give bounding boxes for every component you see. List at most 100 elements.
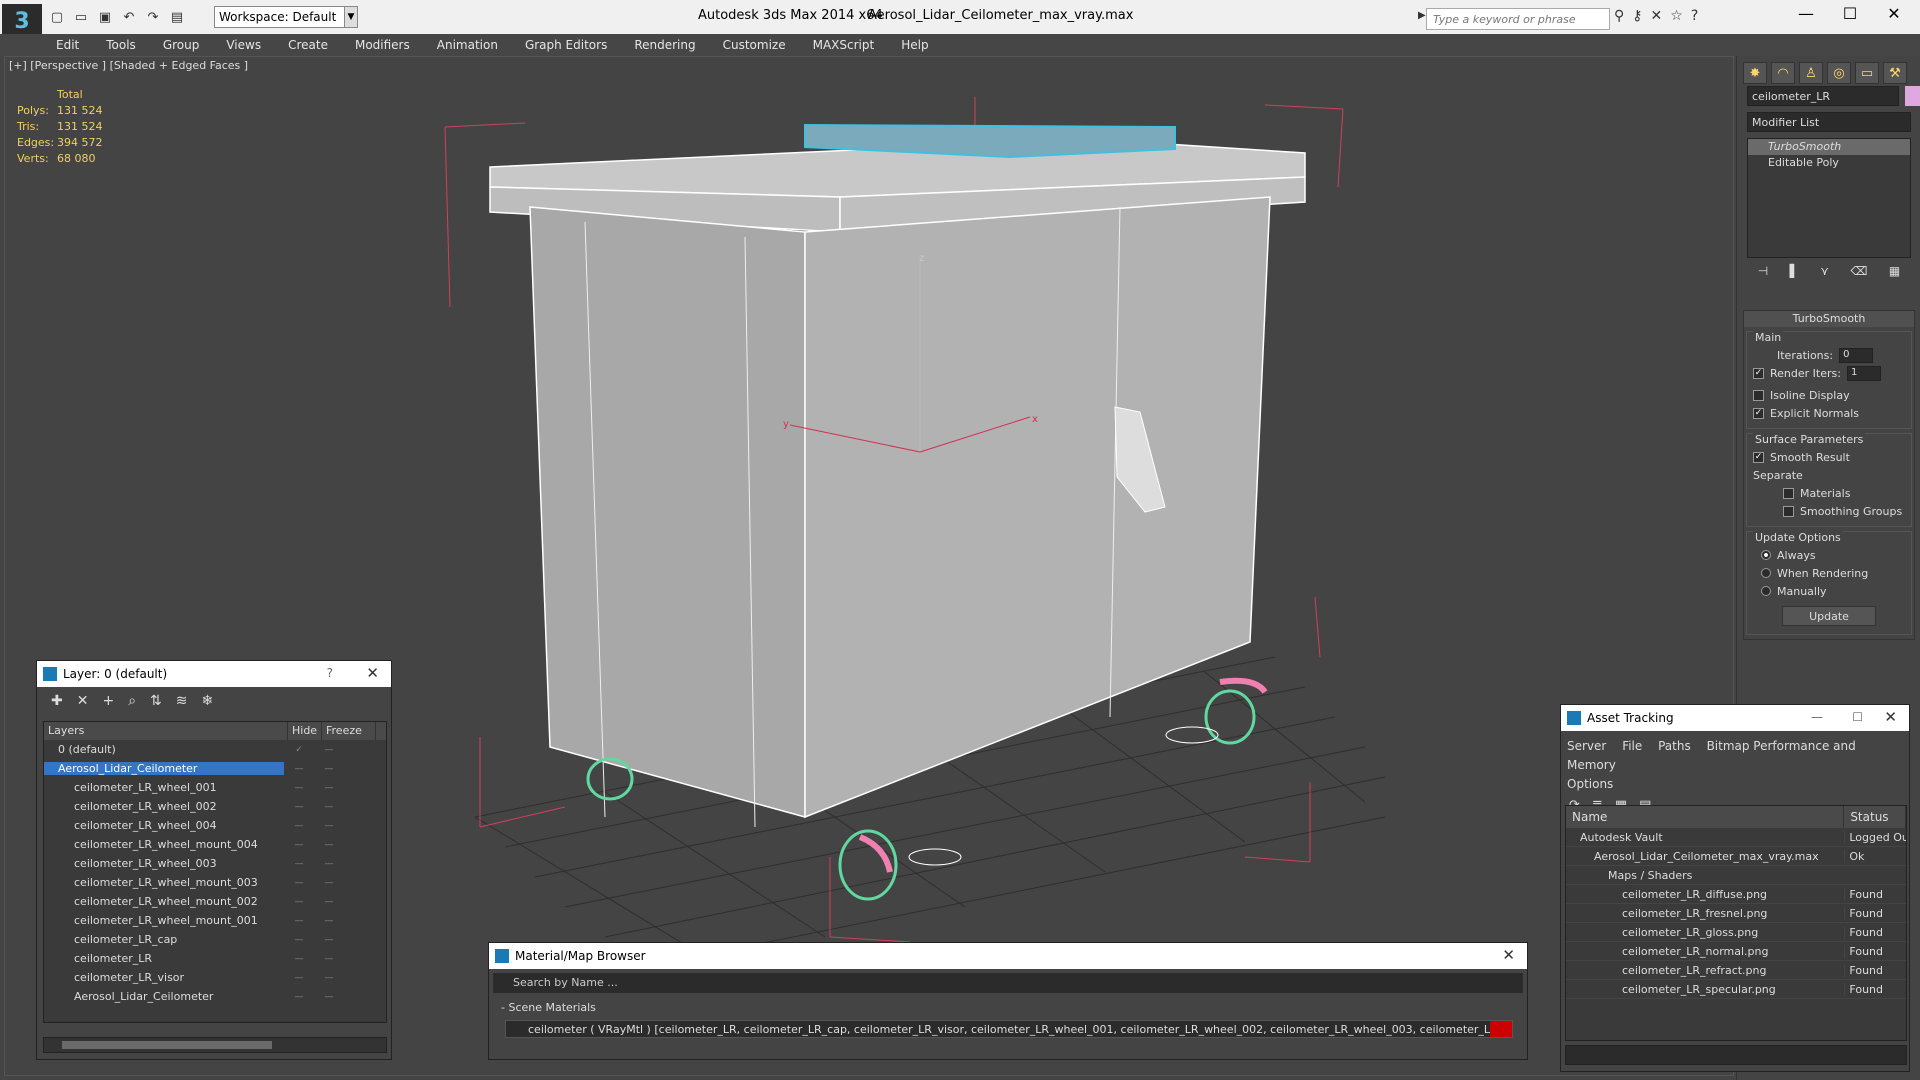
iterations-spinner[interactable]: 0 <box>1839 347 1874 363</box>
close-icon[interactable]: ✕ <box>1502 946 1515 964</box>
app-logo-icon[interactable]: 3 <box>2 4 42 38</box>
asset-row[interactable]: ceilometer_LR_specular.png Found <box>1566 980 1906 999</box>
menu-item-create[interactable]: Create <box>288 34 328 56</box>
layer-row[interactable]: ceilometer_LR_cap — — <box>44 930 386 949</box>
workspace-select[interactable]: Workspace: Default <box>214 6 352 28</box>
hide-toggle[interactable]: — <box>284 859 314 869</box>
new-file-icon[interactable]: ▢ <box>48 8 66 26</box>
freeze-toggle[interactable]: — <box>314 897 344 907</box>
create-tab-icon[interactable]: ✸ <box>1743 62 1767 84</box>
redo-icon[interactable]: ↷ <box>144 8 162 26</box>
layer-dialog-titlebar[interactable]: Layer: 0 (default) ? ✕ <box>37 661 391 687</box>
asset-row[interactable]: ceilometer_LR_diffuse.png Found <box>1566 885 1906 904</box>
new-layer-icon[interactable]: ✚ <box>51 693 63 709</box>
hide-toggle[interactable]: — <box>284 992 314 1002</box>
column-hide[interactable]: Hide <box>288 722 322 740</box>
hide-toggle[interactable]: — <box>284 897 314 907</box>
column-status[interactable]: Status <box>1844 806 1906 828</box>
project-icon[interactable]: ▤ <box>168 8 186 26</box>
close-button[interactable]: ✕ <box>1874 4 1914 23</box>
highlight-layer-icon[interactable]: ⇅ <box>150 693 162 709</box>
hierarchy-tab-icon[interactable]: ♙ <box>1799 62 1823 84</box>
minimize-button[interactable]: — <box>1786 4 1826 23</box>
scrollbar-thumb[interactable] <box>62 1041 272 1049</box>
hide-toggle[interactable]: — <box>284 954 314 964</box>
freeze-all-icon[interactable]: ❄ <box>202 693 214 709</box>
hide-all-icon[interactable]: ≋ <box>176 693 188 709</box>
freeze-toggle[interactable]: — <box>314 954 344 964</box>
asset-row[interactable]: Aerosol_Lidar_Ceilometer_max_vray.max Ok <box>1566 847 1906 866</box>
maximize-button[interactable]: ☐ <box>1830 4 1870 23</box>
show-end-result-icon[interactable]: ▌ <box>1790 264 1799 284</box>
hide-toggle[interactable]: — <box>284 973 314 983</box>
stack-item-editable-poly[interactable]: Editable Poly <box>1748 155 1910 171</box>
horizontal-scrollbar[interactable] <box>43 1037 387 1053</box>
layer-row[interactable]: ceilometer_LR_wheel_mount_001 — — <box>44 911 386 930</box>
menu-item-maxscript[interactable]: MAXScript <box>813 34 875 56</box>
menu-item-tools[interactable]: Tools <box>106 34 136 56</box>
help-icon[interactable]: ? <box>1691 8 1698 24</box>
smoothing-groups-checkbox[interactable] <box>1783 505 1794 517</box>
star-icon[interactable]: ☆ <box>1670 8 1683 24</box>
when-rendering-radio[interactable] <box>1761 568 1771 578</box>
asset-tracking-titlebar[interactable]: Asset Tracking — ☐ ✕ <box>1561 705 1909 731</box>
hide-toggle[interactable]: — <box>284 840 314 850</box>
object-name-field[interactable]: ceilometer_LR <box>1747 86 1899 106</box>
layer-row[interactable]: ceilometer_LR_wheel_mount_004 — — <box>44 835 386 854</box>
asset-row[interactable]: Autodesk Vault Logged Ou <box>1566 828 1906 847</box>
layer-row[interactable]: ceilometer_LR_wheel_mount_002 — — <box>44 892 386 911</box>
freeze-toggle[interactable]: — <box>314 764 344 774</box>
render-iters-checkbox[interactable]: ✓ <box>1753 367 1764 379</box>
hide-toggle[interactable]: ✓ <box>284 745 314 755</box>
isoline-checkbox[interactable] <box>1753 389 1764 401</box>
render-iters-spinner[interactable]: 1 <box>1846 365 1881 381</box>
freeze-toggle[interactable]: — <box>314 916 344 926</box>
layer-row[interactable]: ceilometer_LR_wheel_002 — — <box>44 797 386 816</box>
remove-modifier-icon[interactable]: ⌫ <box>1851 264 1868 284</box>
modify-tab-icon[interactable]: ◠ <box>1771 62 1795 84</box>
play-icon[interactable]: ▶ <box>1418 10 1426 21</box>
maximize-icon[interactable]: ☐ <box>1852 710 1863 724</box>
asset-row[interactable]: Maps / Shaders <box>1566 866 1906 885</box>
hide-toggle[interactable]: — <box>284 802 314 812</box>
freeze-toggle[interactable]: — <box>314 745 344 755</box>
chevron-down-icon[interactable]: ▼ <box>344 6 358 28</box>
delete-layer-icon[interactable]: ✕ <box>77 693 89 709</box>
scene-materials-section[interactable]: - Scene Materials <box>489 997 1527 1018</box>
hide-toggle[interactable]: — <box>284 916 314 926</box>
menu-file[interactable]: File <box>1622 739 1642 753</box>
layer-row[interactable]: ceilometer_LR — — <box>44 949 386 968</box>
hide-toggle[interactable]: — <box>284 821 314 831</box>
add-to-layer-icon[interactable]: + <box>102 693 114 709</box>
material-item[interactable]: ceilometer ( VRayMtl ) [ceilometer_LR, c… <box>505 1020 1513 1038</box>
freeze-toggle[interactable]: — <box>314 878 344 888</box>
layer-row[interactable]: ceilometer_LR_visor — — <box>44 968 386 987</box>
asset-row[interactable]: ceilometer_LR_gloss.png Found <box>1566 923 1906 942</box>
freeze-toggle[interactable]: — <box>314 859 344 869</box>
menu-item-customize[interactable]: Customize <box>723 34 786 56</box>
stack-item-turbosmooth[interactable]: TurboSmooth <box>1748 139 1910 155</box>
motion-tab-icon[interactable]: ◎ <box>1827 62 1851 84</box>
close-icon[interactable]: ✕ <box>1884 708 1897 726</box>
freeze-toggle[interactable]: — <box>314 973 344 983</box>
layer-row[interactable]: Aerosol_Lidar_Ceilometer — — <box>44 987 386 1006</box>
freeze-toggle[interactable]: — <box>314 935 344 945</box>
menu-item-graph-editors[interactable]: Graph Editors <box>525 34 607 56</box>
manually-radio[interactable] <box>1761 586 1771 596</box>
menu-item-animation[interactable]: Animation <box>437 34 498 56</box>
layer-row[interactable]: ceilometer_LR_wheel_004 — — <box>44 816 386 835</box>
freeze-toggle[interactable]: — <box>314 840 344 850</box>
hide-toggle[interactable]: — <box>284 783 314 793</box>
menu-item-edit[interactable]: Edit <box>56 34 79 56</box>
hide-toggle[interactable]: — <box>284 935 314 945</box>
material-browser-titlebar[interactable]: Material/Map Browser ✕ <box>489 943 1527 969</box>
configure-sets-icon[interactable]: ▦ <box>1889 264 1900 284</box>
always-radio[interactable] <box>1761 550 1771 560</box>
utilities-tab-icon[interactable]: ⚒ <box>1883 62 1907 84</box>
open-file-icon[interactable]: ▭ <box>72 8 90 26</box>
menu-item-group[interactable]: Group <box>163 34 200 56</box>
make-unique-icon[interactable]: ⋎ <box>1820 264 1829 284</box>
layer-row[interactable]: ceilometer_LR_wheel_003 — — <box>44 854 386 873</box>
menu-options[interactable]: Options <box>1567 777 1613 791</box>
column-freeze[interactable]: Freeze <box>322 722 376 740</box>
